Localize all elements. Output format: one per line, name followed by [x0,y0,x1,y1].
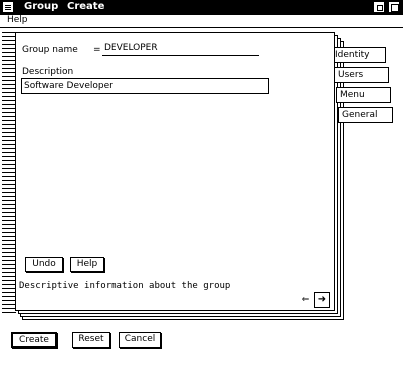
previous-page-icon[interactable]: ⇐ [298,294,313,306]
title-bar: Group Create [0,0,403,15]
description-label: Description [22,67,74,77]
next-page-icon[interactable]: ➜ [314,292,330,308]
status-text: Descriptive information about the group [19,281,231,291]
minimize-button[interactable] [373,1,385,13]
required-marker: = [93,45,101,55]
page-navigation: ⇐ ➜ [298,292,332,308]
cancel-button[interactable]: Cancel [119,332,161,348]
group-name-value: DEVELOPER [104,43,158,53]
tab-general[interactable]: General [338,107,393,123]
menu-help[interactable]: Help [7,15,28,25]
group-name-field[interactable]: DEVELOPER [102,41,259,56]
help-button[interactable]: Help [70,257,104,272]
system-menu-icon[interactable] [3,2,13,12]
window-title-object: Group [24,1,59,12]
maximize-button[interactable] [388,1,400,13]
description-value: Software Developer [24,81,113,91]
tab-menu[interactable]: Menu [336,87,391,103]
undo-button[interactable]: Undo [25,257,63,272]
tab-identity[interactable]: Identity [331,47,386,63]
menu-bar: Help [0,15,403,28]
group-name-label: Group name [22,45,78,55]
description-field[interactable]: Software Developer [21,78,269,94]
tab-users[interactable]: Users [334,67,389,83]
reset-button[interactable]: Reset [72,332,110,348]
create-button[interactable]: Create [11,332,57,348]
window-title-action: Create [67,1,105,12]
